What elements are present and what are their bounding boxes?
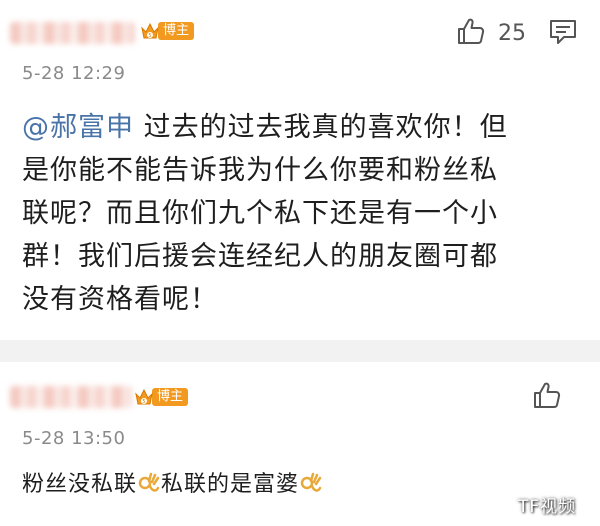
author-name-blurred[interactable] — [10, 22, 135, 44]
crown-icon: 5 — [134, 386, 154, 408]
post-timestamp: 5-28 12:29 — [22, 63, 126, 84]
svg-text:5: 5 — [148, 33, 151, 39]
post-line-5: 没有资格看呢！ — [22, 284, 218, 315]
reply-timestamp: 5-28 13:50 — [22, 428, 126, 449]
thumbs-up-icon — [456, 16, 486, 50]
crown-icon: 5 — [140, 20, 160, 42]
like-count: 25 — [498, 20, 526, 46]
ok-hand-icon — [299, 471, 323, 495]
post-line-2: 是你能不能告诉我为什么你要和粉丝私 — [22, 155, 498, 186]
like-button[interactable]: 25 — [456, 16, 526, 50]
blogger-badge: 5 博主 — [140, 20, 195, 42]
ok-hand-icon — [137, 471, 161, 495]
thumbs-up-icon — [532, 382, 562, 414]
section-divider — [0, 340, 600, 362]
post-body: @郝富申 过去的过去我真的喜欢你！但 是你能不能告诉我为什么你要和粉丝私 联呢？… — [22, 106, 592, 321]
watermark: TF视频 — [518, 497, 577, 517]
comment-icon — [548, 20, 578, 50]
reply-like-button[interactable] — [532, 380, 562, 414]
post-line-1: @郝富申 过去的过去我真的喜欢你！但 — [22, 112, 508, 143]
comment-button[interactable] — [548, 18, 578, 50]
post-line-4: 群！我们后援会连经纪人的朋友圈可都 — [22, 241, 498, 272]
post-line-3: 联呢？而且你们九个私下还是有一个小 — [22, 198, 498, 229]
mention-link[interactable]: @郝富申 — [22, 112, 134, 143]
reply-author-name-blurred[interactable] — [10, 386, 132, 408]
svg-text:5: 5 — [142, 399, 145, 405]
reply-blogger-badge: 5 博主 — [134, 386, 189, 408]
badge-label: 博主 — [158, 22, 195, 40]
badge-label: 博主 — [152, 388, 189, 406]
reply-body: 粉丝没私联 私联的是富婆 — [22, 466, 323, 498]
